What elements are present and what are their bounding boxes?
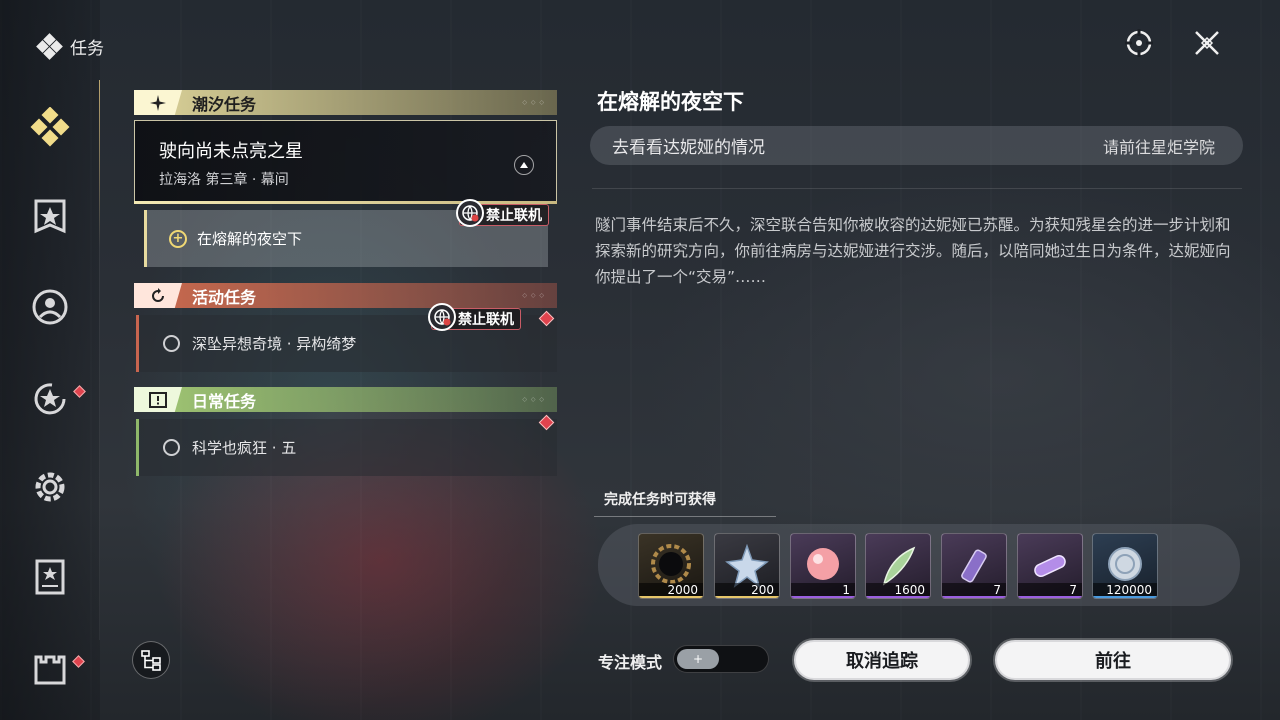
reward-item[interactable]: 1 <box>790 533 856 599</box>
quest-label: 深坠异想奇境 · 异构绮梦 <box>192 335 357 353</box>
objective-text: 去看看达妮娅的情况 <box>612 138 765 158</box>
focus-mode-toggle[interactable]: + <box>673 645 769 673</box>
category-header-tide[interactable]: 潮汐任务 ◇ ◇ ◇ <box>134 90 557 115</box>
rarity-bar <box>791 596 855 598</box>
header-decoration: ◇ ◇ ◇ <box>522 99 545 106</box>
collapse-icon[interactable] <box>514 155 534 175</box>
book-star-icon <box>35 559 65 595</box>
reward-item[interactable]: 200 <box>714 533 780 599</box>
no-coop-icon <box>428 303 456 331</box>
main-quest-subtitle: 拉海洛 第三章 · 幕间 <box>159 172 289 188</box>
main-quest-title: 驶向尚未点亮之星 <box>159 141 303 162</box>
quest-tree-icon <box>141 650 161 671</box>
no-coop-icon <box>456 199 484 227</box>
toggle-knob: + <box>677 649 719 669</box>
rewards-title: 完成任务时可获得 <box>604 492 716 508</box>
shield-banner-icon <box>34 199 66 234</box>
rarity-bar <box>942 596 1006 598</box>
page-header: 任务 <box>36 32 104 60</box>
sidebar-item-settings[interactable] <box>28 465 72 509</box>
focus-mode-label: 专注模式 <box>598 653 663 672</box>
no-coop-tag: 禁止联机 <box>428 303 521 331</box>
diamond-cluster-icon <box>36 32 63 60</box>
untracked-circle-icon <box>163 335 180 352</box>
header-decoration: ◇ ◇ ◇ <box>522 292 545 299</box>
sidebar-item-events[interactable] <box>28 375 72 419</box>
reward-item[interactable]: 2000 <box>638 533 704 599</box>
exclamation-icon <box>134 387 182 412</box>
page-title: 任务 <box>70 39 104 59</box>
category-label: 潮汐任务 <box>192 94 257 114</box>
star-refresh-icon <box>34 383 66 415</box>
no-coop-tag: 禁止联机 <box>456 199 549 227</box>
rarity-bar <box>715 596 779 598</box>
objective-location: 请前往星炬学院 <box>1102 137 1215 157</box>
sidebar-item-archive[interactable] <box>28 555 72 599</box>
sub-quest-label: 在熔解的夜空下 <box>197 230 303 248</box>
profile-circle-icon <box>32 289 68 325</box>
rarity-bar <box>639 596 703 598</box>
rarity-bar <box>1018 596 1082 598</box>
diamond-cluster-icon <box>30 107 70 147</box>
gear-icon <box>35 472 65 502</box>
objective-bar: 去看看达妮娅的情况 请前往星炬学院 <box>590 126 1243 165</box>
divider <box>592 188 1242 189</box>
quest-label: 科学也疯狂 · 五 <box>192 439 297 457</box>
daily-quest-item[interactable]: 科学也疯狂 · 五 <box>136 419 557 476</box>
header-decoration: ◇ ◇ ◇ <box>522 396 545 403</box>
category-label: 活动任务 <box>192 287 257 307</box>
main-quest-card[interactable]: 驶向尚未点亮之星 拉海洛 第三章 · 幕间 <box>134 120 557 204</box>
sidebar-item-companions[interactable] <box>28 285 72 329</box>
castle-icon <box>34 655 66 685</box>
sidebar-item-base[interactable] <box>28 645 72 689</box>
tracking-target-icon: + <box>169 229 187 248</box>
sidebar-item-quests[interactable] <box>28 105 72 149</box>
refresh-icon <box>134 283 182 308</box>
reward-item[interactable]: 120000 <box>1092 533 1158 599</box>
quest-detail-title: 在熔解的夜空下 <box>597 90 744 114</box>
no-coop-label: 禁止联机 <box>458 312 514 328</box>
quest-description: 隧门事件结束后不久，深空联合告知你被收容的达妮娅已苏醒。为获知残星会的进一步计划… <box>595 216 1231 286</box>
reward-item[interactable]: 1600 <box>865 533 931 599</box>
go-button[interactable]: 前往 <box>995 640 1231 680</box>
reward-item[interactable]: 7 <box>941 533 1007 599</box>
quest-tree-button[interactable] <box>132 641 170 679</box>
untracked-circle-icon <box>163 439 180 456</box>
category-label: 日常任务 <box>192 391 257 411</box>
rewards-bracket-line <box>594 516 776 517</box>
sidebar-item-story[interactable] <box>28 195 72 239</box>
reward-item[interactable]: 7 <box>1017 533 1083 599</box>
category-header-daily[interactable]: 日常任务 ◇ ◇ ◇ <box>134 387 557 412</box>
target-scope-icon[interactable] <box>1122 26 1156 60</box>
rarity-bar <box>866 596 930 598</box>
sparkle-icon <box>134 90 182 115</box>
no-coop-label: 禁止联机 <box>486 208 542 224</box>
sidebar-divider <box>99 80 100 640</box>
category-header-activity[interactable]: 活动任务 ◇ ◇ ◇ <box>134 283 557 308</box>
rarity-bar <box>1093 596 1157 598</box>
cancel-tracking-button[interactable]: 取消追踪 <box>794 640 970 680</box>
close-x-icon[interactable] <box>1190 26 1224 60</box>
